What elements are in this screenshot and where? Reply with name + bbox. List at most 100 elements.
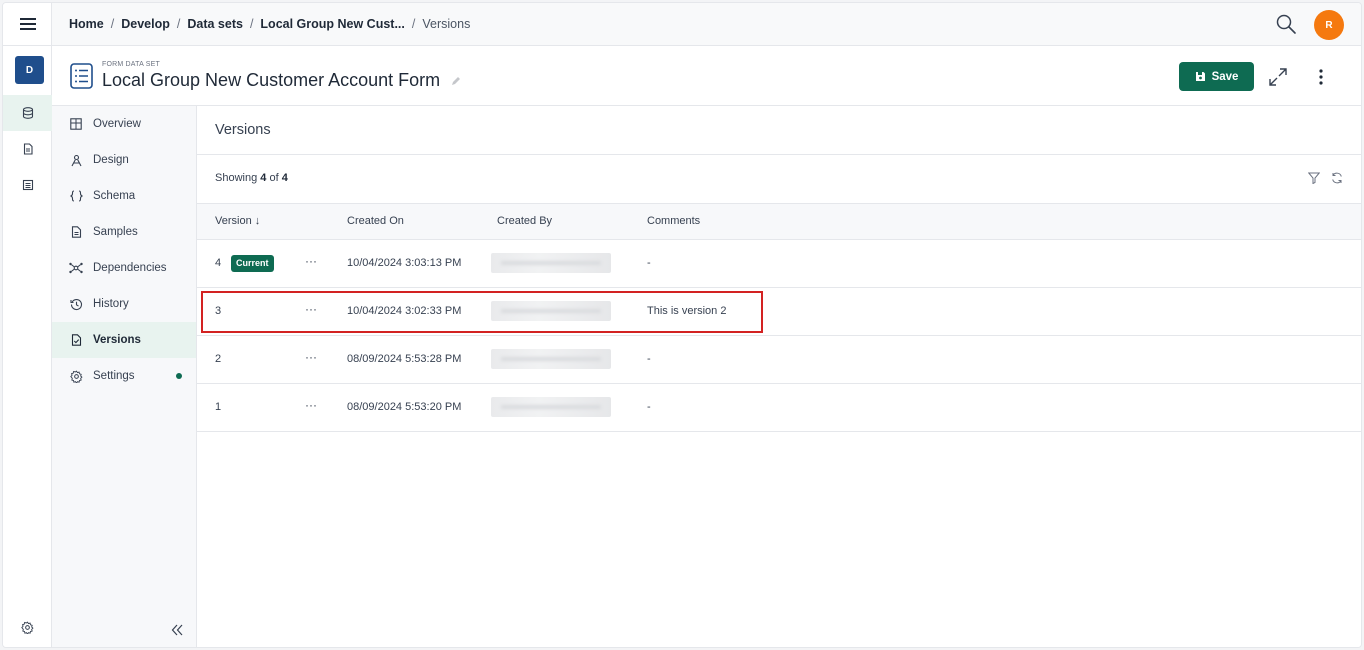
user-avatar[interactable]: R bbox=[1314, 10, 1344, 40]
braces-icon bbox=[69, 190, 83, 202]
floppy-disk-icon bbox=[1195, 72, 1205, 81]
showing-prefix: Showing bbox=[215, 172, 258, 184]
nav-item-history[interactable]: History bbox=[52, 286, 196, 322]
rail-item-documents[interactable] bbox=[3, 131, 52, 167]
rail-item-list[interactable] bbox=[3, 167, 52, 203]
row-actions-button[interactable]: ··· bbox=[303, 255, 319, 270]
save-button[interactable]: Save bbox=[1179, 62, 1254, 91]
breadcrumb-home[interactable]: Home bbox=[69, 17, 104, 31]
kebab-icon bbox=[1319, 69, 1323, 85]
comments-cell: - bbox=[647, 353, 651, 365]
table-header: Version ↓ Created On Created By Comments bbox=[197, 203, 1361, 240]
created-on-cell: 08/09/2024 5:53:28 PM bbox=[347, 353, 462, 365]
page-subtitle: FORM DATA SET bbox=[102, 61, 160, 68]
breadcrumb-develop[interactable]: Develop bbox=[121, 17, 170, 31]
nav-label: Overview bbox=[93, 118, 141, 130]
page-header: FORM DATA SET Local Group New Customer A… bbox=[52, 46, 1361, 106]
created-by-redacted bbox=[491, 301, 611, 321]
breadcrumb-separator: / bbox=[176, 17, 181, 31]
showing-of: of bbox=[269, 172, 279, 184]
app-window: D Home / Develop / Data sets / Local Gro… bbox=[2, 2, 1362, 648]
nav-label: Schema bbox=[93, 190, 136, 202]
hamburger-icon bbox=[19, 18, 36, 30]
network-icon bbox=[69, 262, 83, 274]
breadcrumb-separator: / bbox=[110, 17, 115, 31]
results-count: Showing 4 of 4 bbox=[215, 172, 288, 184]
row-actions-button[interactable]: ··· bbox=[303, 351, 319, 366]
gear-icon bbox=[21, 620, 34, 634]
version-cell: 3 bbox=[215, 305, 222, 317]
nav-label: Design bbox=[93, 154, 129, 166]
rail-settings-button[interactable] bbox=[3, 615, 52, 639]
breadcrumb-current: Versions bbox=[422, 17, 471, 31]
nav-label: Versions bbox=[93, 334, 141, 346]
nav-item-schema[interactable]: Schema bbox=[52, 178, 196, 214]
nav-label: Settings bbox=[93, 370, 135, 382]
form-dataset-icon bbox=[70, 63, 93, 89]
edit-pencil-icon[interactable] bbox=[451, 76, 461, 86]
history-icon bbox=[69, 298, 82, 310]
nav-label: Dependencies bbox=[93, 262, 167, 274]
status-dot bbox=[176, 373, 182, 379]
nav-item-versions[interactable]: Versions bbox=[52, 322, 196, 358]
created-on-cell: 08/09/2024 5:53:20 PM bbox=[347, 401, 462, 413]
row-actions-button[interactable]: ··· bbox=[303, 303, 319, 318]
breadcrumb-dataset[interactable]: Local Group New Cust... bbox=[260, 17, 404, 31]
created-by-redacted bbox=[491, 397, 611, 417]
page-title-wrap: Local Group New Customer Account Form bbox=[102, 70, 461, 91]
table-row[interactable]: 1 ··· 08/09/2024 5:53:20 PM - bbox=[197, 384, 1361, 432]
nav-item-settings[interactable]: Settings bbox=[52, 358, 196, 394]
filter-icon[interactable] bbox=[1308, 172, 1320, 184]
breadcrumb-separator: / bbox=[411, 17, 416, 31]
created-by-redacted bbox=[491, 349, 611, 369]
rail-item-datasets[interactable] bbox=[3, 95, 52, 131]
table-row[interactable]: 3 ··· 10/04/2024 3:02:33 PM This is vers… bbox=[197, 288, 1361, 336]
versions-panel: Versions Showing 4 of 4 Version ↓ Create… bbox=[197, 106, 1361, 647]
created-on-cell: 10/04/2024 3:02:33 PM bbox=[347, 305, 462, 317]
document-icon bbox=[23, 143, 33, 155]
nav-item-dependencies[interactable]: Dependencies bbox=[52, 250, 196, 286]
version-cell: 4 bbox=[215, 257, 222, 269]
showing-total: 4 bbox=[281, 172, 288, 184]
list-icon bbox=[22, 179, 33, 191]
created-on-cell: 10/04/2024 3:03:13 PM bbox=[347, 257, 462, 269]
search-icon[interactable] bbox=[1275, 13, 1297, 35]
breadcrumb: Home / Develop / Data sets / Local Group… bbox=[69, 17, 470, 31]
nav-label: Samples bbox=[93, 226, 138, 238]
more-options-button[interactable] bbox=[1313, 66, 1329, 88]
divider bbox=[197, 154, 1361, 155]
design-icon bbox=[71, 154, 81, 166]
nav-item-overview[interactable]: Overview bbox=[52, 106, 196, 142]
database-icon bbox=[22, 107, 33, 119]
table-row[interactable]: 4 Current ··· 10/04/2024 3:03:13 PM - bbox=[197, 240, 1361, 288]
section-title: Versions bbox=[215, 122, 271, 138]
column-header-version[interactable]: Version ↓ bbox=[215, 215, 260, 227]
workspace-button[interactable]: D bbox=[15, 56, 44, 84]
column-header-created-on[interactable]: Created On bbox=[347, 215, 404, 227]
row-actions-button[interactable]: ··· bbox=[303, 399, 319, 414]
created-by-redacted bbox=[491, 253, 611, 273]
gear-icon bbox=[69, 369, 83, 383]
section-sidenav: Overview Design Schema Samples Dependenc… bbox=[52, 106, 197, 647]
file-icon bbox=[71, 226, 81, 238]
breadcrumb-data-sets[interactable]: Data sets bbox=[187, 17, 243, 31]
column-header-created-by[interactable]: Created By bbox=[497, 215, 552, 227]
expand-icon[interactable] bbox=[1267, 66, 1289, 88]
nav-item-samples[interactable]: Samples bbox=[52, 214, 196, 250]
current-badge: Current bbox=[231, 255, 274, 272]
comments-cell: This is version 2 bbox=[647, 305, 727, 317]
version-cell: 2 bbox=[215, 353, 222, 365]
breadcrumb-separator: / bbox=[249, 17, 254, 31]
versions-icon bbox=[71, 334, 81, 346]
showing-count: 4 bbox=[260, 172, 267, 184]
left-rail: D bbox=[3, 3, 52, 647]
collapse-double-chevron-icon[interactable] bbox=[170, 623, 184, 637]
refresh-icon[interactable] bbox=[1331, 172, 1343, 184]
nav-item-design[interactable]: Design bbox=[52, 142, 196, 178]
comments-cell: - bbox=[647, 401, 651, 413]
hamburger-menu-button[interactable] bbox=[3, 3, 52, 46]
nav-label: History bbox=[93, 298, 129, 310]
column-header-comments[interactable]: Comments bbox=[647, 215, 700, 227]
table-row[interactable]: 2 ··· 08/09/2024 5:53:28 PM - bbox=[197, 336, 1361, 384]
save-label: Save bbox=[1211, 70, 1239, 83]
